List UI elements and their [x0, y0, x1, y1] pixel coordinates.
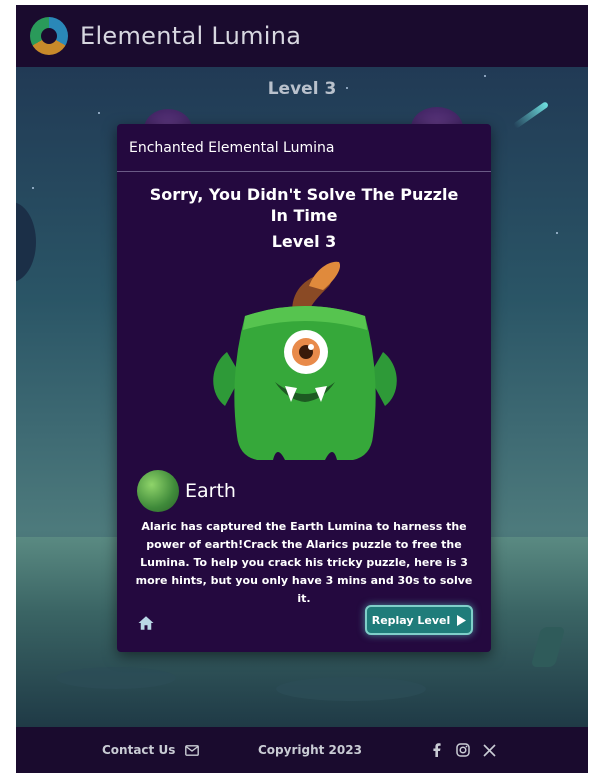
copyright-text: Copyright 2023: [258, 743, 362, 757]
home-icon[interactable]: [137, 614, 155, 632]
replay-level-button[interactable]: Replay Level: [365, 605, 473, 635]
star: [556, 232, 558, 234]
contact-us-link[interactable]: Contact Us: [102, 743, 200, 757]
comet: [512, 101, 550, 129]
crater: [56, 667, 176, 689]
star: [484, 75, 486, 77]
earth-orb-icon: [137, 470, 179, 512]
planet: [16, 202, 36, 282]
instagram-icon[interactable]: [456, 743, 470, 757]
contact-label: Contact Us: [102, 743, 176, 757]
app-header: Elemental Lumina: [16, 5, 588, 67]
play-icon: [457, 614, 467, 626]
modal-title: Enchanted Elemental Lumina: [129, 139, 335, 156]
replay-label: Replay Level: [371, 613, 451, 627]
elemental-logo-icon: [30, 17, 68, 55]
social-links: [430, 743, 496, 757]
failure-message: Sorry, You Didn't Solve The Puzzle In Ti…: [149, 185, 459, 225]
story-text: Alaric has captured the Earth Lumina to …: [135, 520, 473, 605]
element-info: Earth: [137, 470, 236, 512]
star: [98, 112, 100, 114]
app-title: Elemental Lumina: [80, 22, 302, 50]
x-icon[interactable]: [482, 743, 496, 757]
level-label: Level 3: [267, 79, 337, 99]
star: [32, 187, 34, 189]
crater: [276, 677, 426, 701]
green-one-eyed-monster: [213, 261, 397, 460]
element-name: Earth: [185, 480, 236, 502]
app-footer: Contact Us Copyright 2023: [16, 727, 588, 773]
result-modal: Enchanted Elemental Lumina Sorry, You Di…: [117, 124, 491, 652]
modal-level: Level 3: [271, 232, 337, 251]
game-frame: Elemental Lumina Level 3 Enchanted Eleme…: [16, 5, 588, 773]
envelope-icon: [185, 744, 200, 756]
modal-header: Enchanted Elemental Lumina: [117, 124, 491, 172]
facebook-icon[interactable]: [430, 743, 444, 757]
